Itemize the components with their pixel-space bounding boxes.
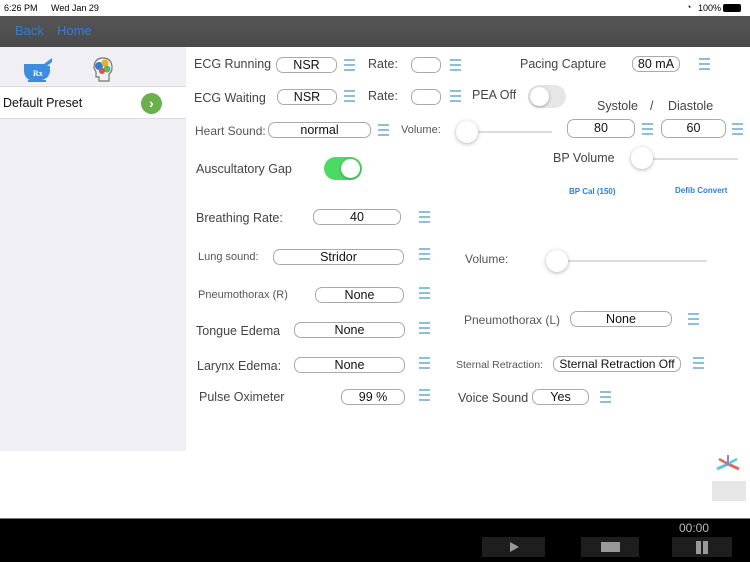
- voice-sound-field[interactable]: Yes: [532, 389, 589, 405]
- preset-label: Default Preset: [3, 96, 83, 110]
- pneumothorax-l-menu-icon[interactable]: [688, 313, 699, 325]
- brain-gears-icon[interactable]: [90, 56, 114, 82]
- ecg-running-menu-icon[interactable]: [344, 59, 355, 71]
- heart-sound-menu-icon[interactable]: [378, 124, 389, 136]
- diastole-menu-icon[interactable]: [732, 123, 743, 135]
- pause-button[interactable]: [672, 537, 732, 557]
- pacing-menu-icon[interactable]: [699, 58, 710, 70]
- rate-waiting-label: Rate:: [368, 89, 398, 103]
- lung-volume-slider[interactable]: [552, 260, 707, 262]
- pause-icon: [696, 540, 708, 554]
- heart-volume-slider-knob[interactable]: [456, 121, 478, 143]
- ecg-waiting-menu-icon[interactable]: [344, 90, 355, 102]
- pacing-capture-field[interactable]: 80 mA: [632, 56, 680, 72]
- battery-icon: [723, 4, 741, 12]
- larynx-edema-menu-icon[interactable]: [419, 357, 430, 369]
- lung-sound-menu-icon[interactable]: [419, 248, 430, 260]
- back-button[interactable]: Back: [15, 23, 44, 38]
- ecg-running-label: ECG Running: [194, 57, 272, 71]
- chevron-right-icon[interactable]: ›: [141, 93, 162, 114]
- wifi-icon: ◔: [686, 2, 692, 12]
- bp-volume-label: BP Volume: [553, 151, 615, 165]
- status-bar: 6:26 PM Wed Jan 29 ◔ 100%: [0, 0, 750, 16]
- ecg-waiting-field[interactable]: NSR: [277, 89, 337, 105]
- voice-sound-menu-icon[interactable]: [600, 391, 611, 403]
- sternal-retraction-field[interactable]: Sternal Retraction Off: [553, 356, 681, 372]
- app-logo-icon[interactable]: [713, 453, 743, 475]
- pulse-oximeter-menu-icon[interactable]: [419, 389, 430, 401]
- tongue-edema-label: Tongue Edema: [196, 324, 281, 338]
- lung-volume-label: Volume:: [465, 252, 509, 266]
- diastole-label: Diastole: [668, 99, 714, 113]
- status-time: 6:26 PM: [4, 3, 38, 13]
- auscultatory-gap-toggle[interactable]: [324, 157, 362, 180]
- diastole-field[interactable]: 60: [661, 119, 726, 138]
- preset-row[interactable]: Default Preset ›: [0, 86, 186, 119]
- battery-percent: 100%: [698, 3, 722, 13]
- stop-button[interactable]: [581, 537, 639, 557]
- pulse-oximeter-label: Pulse Oximeter: [199, 390, 285, 404]
- rate-running-menu-icon[interactable]: [450, 59, 461, 71]
- pneumothorax-r-field[interactable]: None: [315, 287, 404, 303]
- breathing-rate-field[interactable]: 40: [313, 209, 401, 225]
- nav-bar: Back Home: [0, 16, 750, 47]
- rate-waiting-menu-icon[interactable]: [450, 90, 461, 102]
- sternal-retraction-menu-icon[interactable]: [693, 357, 704, 369]
- heart-volume-label: Volume:: [401, 124, 441, 136]
- pneumothorax-r-menu-icon[interactable]: [419, 287, 430, 299]
- ecg-running-field[interactable]: NSR: [276, 57, 337, 73]
- larynx-edema-field[interactable]: None: [294, 357, 405, 373]
- pneumothorax-l-label: Pneumothorax (L): [464, 313, 561, 327]
- play-icon: [509, 542, 519, 552]
- rate-running-label: Rate:: [368, 57, 398, 71]
- defib-convert-link[interactable]: Defib Convert: [675, 186, 727, 195]
- pacing-capture-label: Pacing Capture: [520, 57, 607, 71]
- pea-label: PEA Off: [472, 88, 517, 102]
- tongue-edema-field[interactable]: None: [294, 322, 405, 338]
- breathing-rate-label: Breathing Rate:: [196, 211, 283, 225]
- lung-sound-label: Lung sound:: [198, 251, 259, 263]
- svg-text:Rx: Rx: [33, 69, 43, 78]
- pneumothorax-r-label: Pneumothorax (R): [198, 289, 288, 301]
- lung-sound-field[interactable]: Stridor: [273, 249, 404, 265]
- sternal-retraction-label: Sternal Retraction:: [456, 359, 543, 371]
- bp-volume-slider[interactable]: [638, 158, 738, 160]
- lung-volume-slider-knob[interactable]: [546, 250, 568, 272]
- player-timer: 00:00: [679, 521, 710, 535]
- pea-toggle[interactable]: [528, 85, 566, 108]
- blank-button[interactable]: [712, 481, 746, 501]
- stop-icon: [600, 542, 620, 552]
- auscultatory-gap-label: Auscultatory Gap: [196, 162, 292, 176]
- heart-sound-field[interactable]: normal: [268, 122, 371, 138]
- bp-slash: /: [650, 99, 654, 113]
- bp-volume-slider-knob[interactable]: [631, 147, 653, 169]
- breathing-rate-menu-icon[interactable]: [419, 211, 430, 223]
- mortar-rx-icon[interactable]: Rx: [22, 58, 54, 82]
- heart-sound-label: Heart Sound:: [195, 124, 266, 138]
- systole-label: Systole: [597, 99, 638, 113]
- play-button[interactable]: [482, 537, 545, 557]
- rate-waiting-field[interactable]: [411, 89, 441, 105]
- home-button[interactable]: Home: [57, 23, 92, 38]
- ecg-waiting-label: ECG Waiting: [194, 91, 266, 105]
- pulse-oximeter-field[interactable]: 99 %: [341, 389, 405, 405]
- pneumothorax-l-field[interactable]: None: [570, 311, 672, 327]
- systole-menu-icon[interactable]: [642, 123, 653, 135]
- bp-cal-link[interactable]: BP Cal (150): [569, 187, 616, 196]
- voice-sound-label: Voice Sound: [458, 391, 529, 405]
- systole-field[interactable]: 80: [567, 119, 635, 138]
- rate-running-field[interactable]: [411, 57, 441, 73]
- tongue-edema-menu-icon[interactable]: [419, 322, 430, 334]
- status-date: Wed Jan 29: [51, 3, 99, 13]
- larynx-edema-label: Larynx Edema:: [197, 359, 282, 373]
